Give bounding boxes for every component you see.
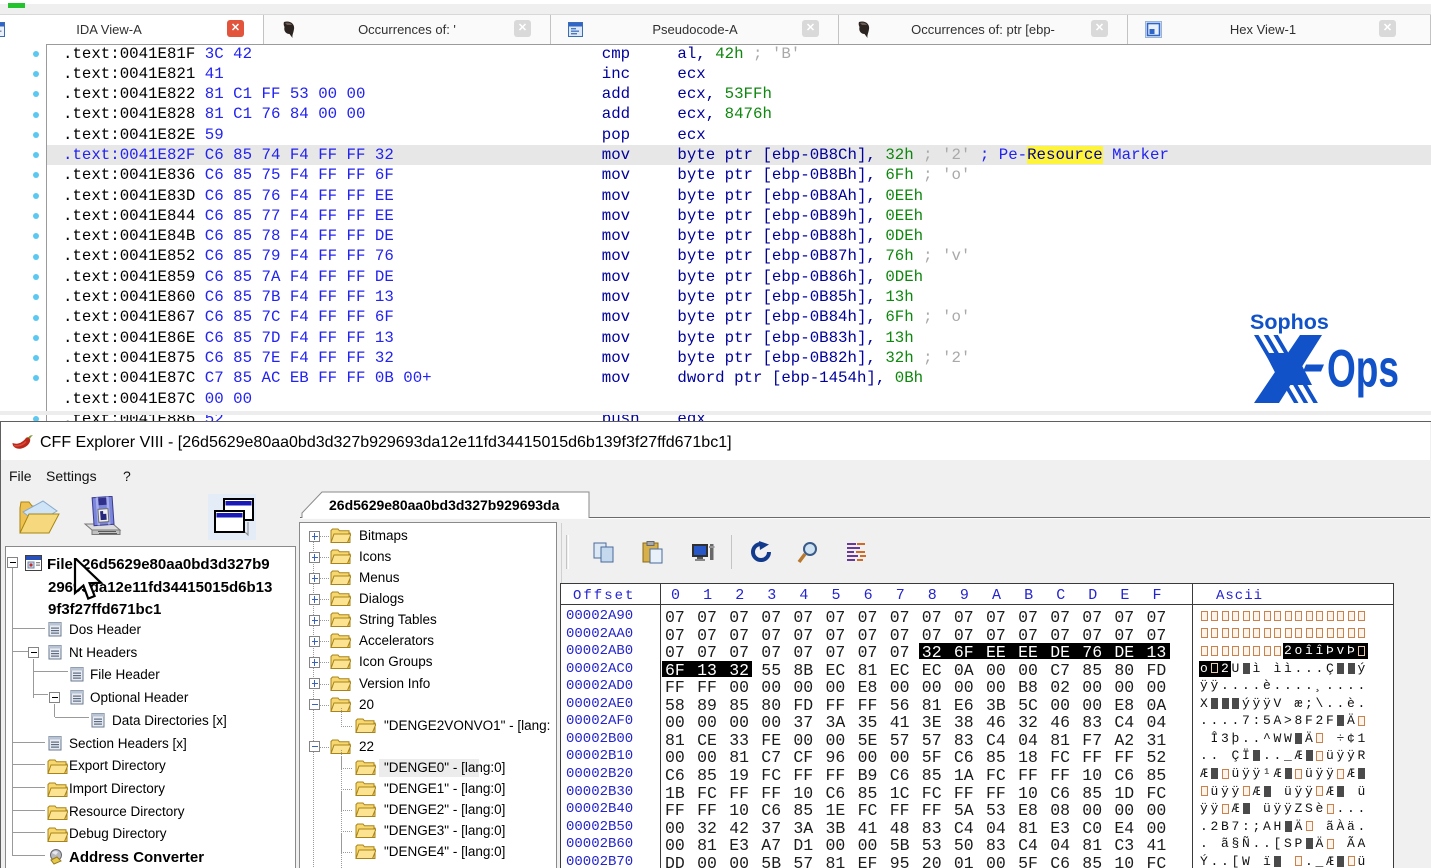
svg-text:26d5629e80aa0bd3d327b929693da: 26d5629e80aa0bd3d327b929693da xyxy=(329,497,560,513)
svg-text:Ops: Ops xyxy=(1327,340,1399,399)
